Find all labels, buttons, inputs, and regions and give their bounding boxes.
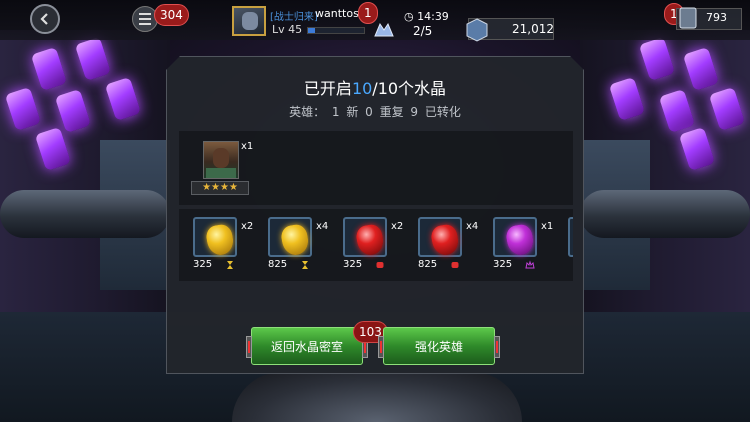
wall-crystal	[608, 76, 646, 122]
crystal-value: 325	[193, 259, 213, 270]
crystal-multiplier: x2	[241, 221, 254, 232]
fist-icon	[375, 260, 385, 270]
crystal-reward-item[interactable]: x1 325	[489, 217, 555, 275]
crystal-value: 825	[418, 259, 438, 270]
energy-icon	[374, 22, 394, 37]
chevron-left-icon	[40, 13, 48, 25]
purple-shard-icon	[505, 223, 536, 257]
back-button[interactable]	[30, 4, 60, 34]
crystal-reward-item[interactable]: x4 825	[414, 217, 480, 275]
energy-count: 2/5	[413, 24, 433, 38]
gold-icon	[466, 18, 488, 42]
wall-crystal	[34, 126, 72, 172]
player-level: Lv 45	[272, 23, 303, 36]
return-button-label: 返回水晶密室	[270, 339, 343, 354]
crystal-frame	[493, 217, 537, 257]
clock-icon: ◷	[404, 10, 414, 23]
crystal-frame	[568, 217, 573, 257]
gold-amount: 21,012	[512, 22, 554, 36]
button-cap	[494, 336, 500, 358]
menu-notification-badge: 304	[154, 4, 189, 26]
crystal-results-dialog: 已开启10/10个水晶 英雄： 1 新 0 重复 9 已转化 x1 ★★★★ x…	[166, 56, 584, 374]
fist-icon	[450, 260, 460, 270]
vault-machine	[232, 372, 522, 422]
crystal-reward-item[interactable]: x4 825	[264, 217, 330, 275]
title-prefix: 已开启	[303, 79, 352, 98]
crystal-frame	[268, 217, 312, 257]
crystal-value: 325	[343, 259, 363, 270]
crystal-value: 325	[493, 259, 513, 270]
wall-crystal	[54, 88, 92, 134]
hero-star-rating: ★★★★	[191, 181, 249, 195]
hourglass-icon	[300, 260, 310, 270]
button-cap	[378, 336, 384, 358]
top-bar: 304 [战士归来] wanttose Lv 45 1 ◷ 14:39 2/5 …	[0, 0, 750, 42]
crystal-multiplier: x4	[466, 221, 479, 232]
energy-timer-value: 14:39	[417, 10, 449, 23]
red-shard-icon	[430, 223, 461, 257]
crystal-multiplier: x1	[541, 221, 554, 232]
xp-progress-bar	[307, 27, 365, 34]
energy-timer: ◷ 14:39	[404, 10, 449, 23]
button-cap	[246, 336, 252, 358]
upgrade-button-label: 强化英雄	[414, 339, 463, 354]
crystal-value: 825	[268, 259, 288, 270]
menu-icon-line	[139, 18, 151, 20]
crystal-reward-item[interactable]: x2 325	[189, 217, 255, 275]
wall-crystal	[658, 88, 696, 134]
gold-shard-icon	[280, 223, 311, 257]
wall-crystal	[638, 36, 676, 82]
units-amount: 793	[706, 11, 727, 24]
wall-crystal	[708, 86, 746, 132]
wall-crystal	[74, 36, 112, 82]
metal-tube	[0, 190, 170, 238]
red-shard-icon	[355, 223, 386, 257]
title-suffix: /10个水晶	[372, 79, 447, 98]
dialog-subtitle: 英雄： 1 新 0 重复 9 已转化	[289, 105, 461, 119]
hero-reward-card[interactable]: x1 ★★★★	[191, 141, 249, 195]
crystal-multiplier: x2	[391, 221, 404, 232]
wall-crystal	[4, 86, 42, 132]
wall-crystal	[682, 46, 720, 92]
crystal-reward-item-partial[interactable]	[564, 217, 573, 275]
hero-reward-panel: x1 ★★★★	[179, 131, 573, 205]
crown-icon	[525, 260, 535, 270]
hero-multiplier: x1	[241, 141, 254, 152]
metal-tube	[580, 190, 750, 238]
upgrade-hero-button[interactable]: 强化英雄	[383, 327, 495, 365]
return-to-vault-button[interactable]: 返回水晶密室	[251, 327, 363, 365]
gold-shard-icon	[205, 223, 236, 257]
hero-shirt	[206, 168, 236, 178]
hero-portrait	[203, 141, 239, 179]
dialog-title: 已开启10/10个水晶	[167, 75, 583, 99]
crystal-reward-panel: x2 325 x4 825 x2 325 x4 825 x1 325	[179, 209, 573, 281]
units-icon	[679, 7, 697, 29]
avatar-face	[242, 12, 258, 30]
menu-icon-line	[139, 13, 151, 15]
crystal-multiplier: x4	[316, 221, 329, 232]
crystal-frame	[343, 217, 387, 257]
xp-progress-fill	[308, 28, 315, 33]
menu-icon-line	[139, 23, 151, 25]
wall-crystal	[104, 76, 142, 122]
profile-avatar[interactable]	[232, 6, 266, 36]
crystal-frame	[193, 217, 237, 257]
alliance-tag: [战士归来]	[270, 12, 318, 23]
title-count: 10	[351, 79, 373, 98]
wall-crystal	[30, 46, 68, 92]
wall-crystal	[678, 126, 716, 172]
crystal-frame	[418, 217, 462, 257]
hourglass-icon	[225, 260, 235, 270]
crystal-reward-item[interactable]: x2 325	[339, 217, 405, 275]
hero-head	[213, 148, 229, 168]
